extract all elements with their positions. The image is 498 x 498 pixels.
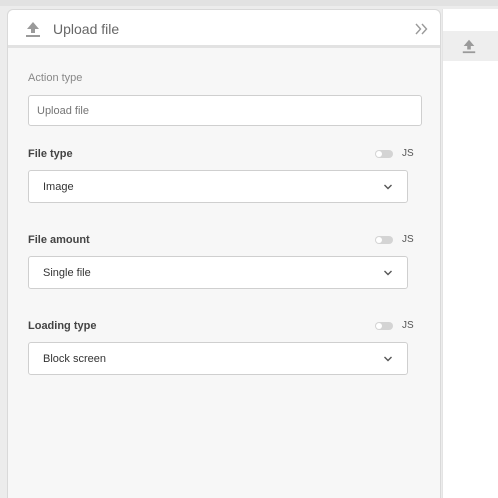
loading-type-value: Block screen [43, 353, 106, 365]
top-strip [0, 0, 498, 6]
file-type-select[interactable]: Image [28, 170, 408, 203]
panel-title: Upload file [53, 21, 120, 37]
file-type-js-label: JS [402, 148, 414, 159]
file-type-value: Image [43, 181, 74, 193]
file-type-js-toggle[interactable] [375, 150, 393, 158]
upload-icon [461, 38, 477, 54]
action-type-label: Action type [28, 72, 83, 84]
file-amount-value: Single file [43, 267, 91, 279]
double-chevron-right-icon [415, 23, 428, 35]
file-amount-js-toggle[interactable] [375, 236, 393, 244]
action-type-input[interactable] [28, 95, 422, 126]
loading-type-label: Loading type [28, 320, 97, 332]
chevron-down-icon [384, 270, 392, 276]
panel-header: Upload file [8, 10, 440, 48]
loading-type-js-label: JS [402, 320, 414, 331]
chevron-down-icon [384, 356, 392, 362]
loading-type-js-toggle[interactable] [375, 322, 393, 330]
chevron-down-icon [384, 184, 392, 190]
upload-tab[interactable] [443, 31, 498, 61]
upload-icon [24, 20, 42, 38]
file-type-label: File type [28, 148, 73, 160]
file-amount-label: File amount [28, 234, 90, 246]
file-amount-js-label: JS [402, 234, 414, 245]
side-panel [442, 9, 498, 498]
upload-file-panel: Upload file Action type File type JS Ima… [7, 9, 441, 498]
file-amount-select[interactable]: Single file [28, 256, 408, 289]
collapse-panel-button[interactable] [414, 22, 430, 36]
loading-type-select[interactable]: Block screen [28, 342, 408, 375]
